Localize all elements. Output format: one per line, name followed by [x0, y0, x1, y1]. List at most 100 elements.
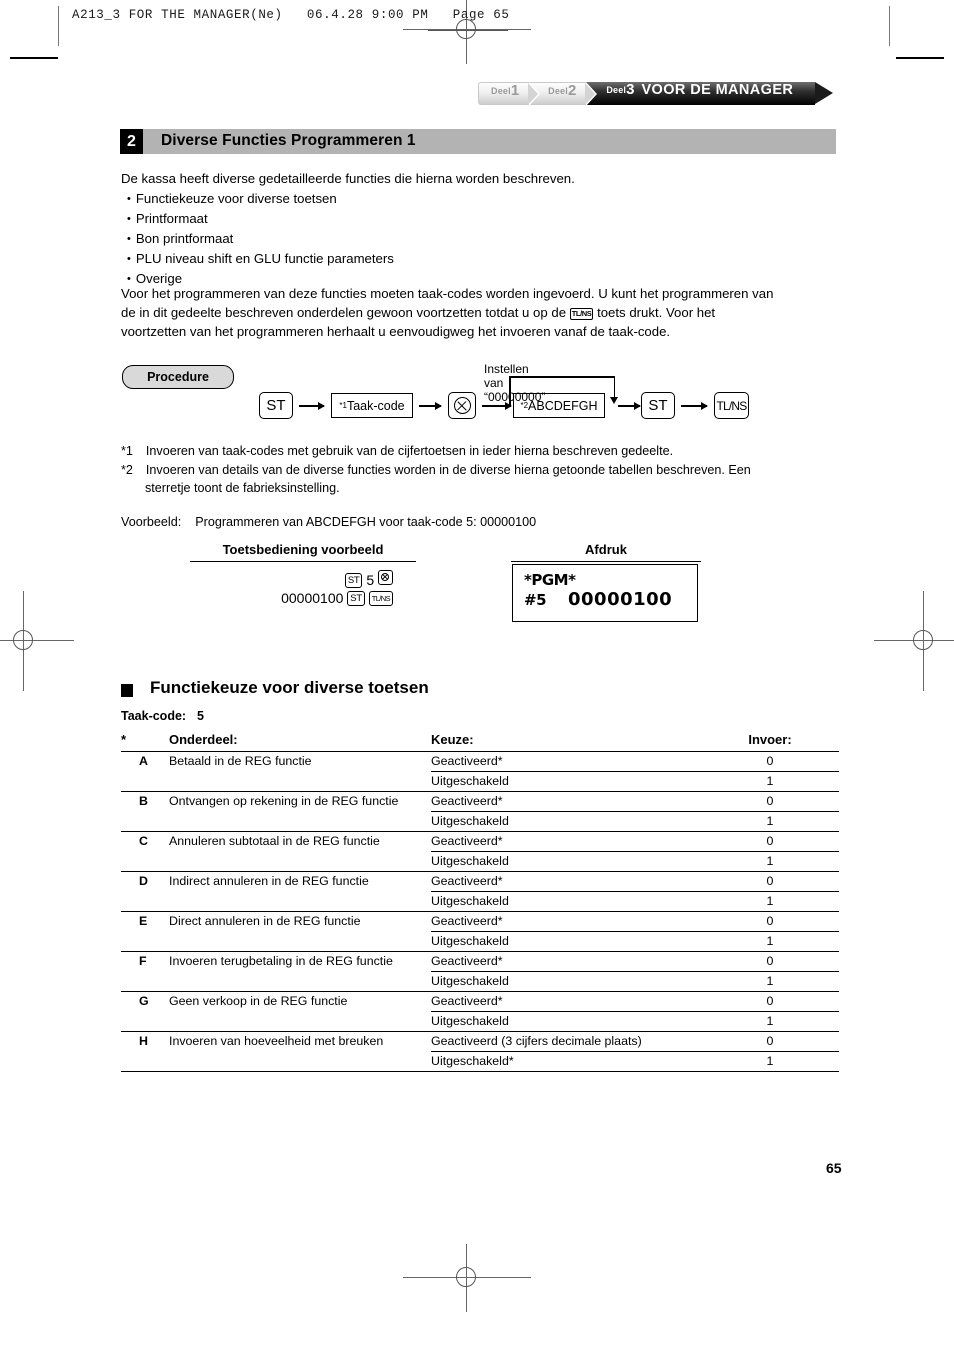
flow-arrow-2 [419, 402, 442, 409]
row-a-invoer-1: 1 [701, 771, 839, 792]
column-header-letter [139, 732, 169, 752]
table-row: F Invoeren terugbetaling in de REG funct… [121, 951, 839, 972]
row-c-desc-2 [169, 852, 431, 872]
row-h-letter: H [139, 1031, 169, 1052]
row-e-desc: Direct annuleren in de REG functie [169, 911, 431, 932]
row-a-star [121, 751, 139, 772]
row-g-keuze-1: Uitgeschakeld [431, 1011, 701, 1032]
tab-deel-3-title: VOOR DE MANAGER [641, 82, 794, 98]
column-header-star: * [121, 732, 139, 752]
row-a-letter: A [139, 751, 169, 772]
example-intro: Voorbeeld: Programmeren van ABCDEFGH voo… [121, 513, 536, 531]
tlns-key-icon: TL/NS [569, 308, 594, 320]
section-number-badge: 2 [120, 129, 143, 154]
intro-paragraph-line-3: voortzetten van het programmeren herhaal… [121, 324, 671, 339]
table-row: Uitgeschakeld 1 [121, 851, 839, 872]
flow-node-tlns-label: TL/NS [716, 398, 747, 413]
flow-node-taakcode-label: Taak-code [346, 398, 405, 413]
row-h-invoer-1: 1 [701, 1051, 839, 1072]
row-f-invoer-1: 1 [701, 971, 839, 992]
key-st-icon-2: ST [347, 591, 365, 606]
row-g-star-2 [121, 1012, 139, 1032]
footnote-1-marker: *1 [121, 444, 133, 458]
row-e-letter: E [139, 911, 169, 932]
key-multiply-icon-1 [378, 570, 393, 585]
table-row: Uitgeschakeld 1 [121, 971, 839, 992]
row-a-letter-2 [139, 772, 169, 792]
row-h-letter-2 [139, 1051, 169, 1072]
table-row: B Ontvangen op rekening in de REG functi… [121, 791, 839, 812]
spec-table-header-row: * Onderdeel: Keuze: Invoer: [121, 732, 839, 752]
spec-table: * Onderdeel: Keuze: Invoer: A Betaald in… [121, 732, 839, 1072]
multiply-key-icon [453, 397, 471, 414]
row-h-star [121, 1031, 139, 1052]
row-d-letter: D [139, 871, 169, 892]
example-right-column-header: Afdruk [585, 542, 627, 557]
footnote-1: *1 Invoeren van taak-codes met gebruik v… [121, 442, 851, 460]
flow-node-st-2-label: ST [648, 397, 668, 414]
row-g-desc-2 [169, 1012, 431, 1032]
row-e-desc-2 [169, 932, 431, 952]
footnote-2-marker: *2 [121, 463, 133, 477]
intro-bullet-0: Functiekeuze voor diverse toetsen [127, 189, 394, 209]
row-f-letter: F [139, 951, 169, 972]
flow-arrow-1 [299, 402, 325, 409]
flow-node-st-1-label: ST [266, 397, 286, 414]
crop-mark-top-right-horizontal [896, 57, 944, 59]
table-row: A Betaald in de REG functie Geactiveerd*… [121, 751, 839, 772]
row-d-keuze-0: Geactiveerd* [431, 871, 701, 892]
row-h-invoer-0: 0 [701, 1031, 839, 1052]
table-row: H Invoeren van hoeveelheid met breuken G… [121, 1031, 839, 1052]
flow-annotation-right-drop [613, 376, 615, 398]
row-c-star-2 [121, 852, 139, 872]
tab-separator-arrow-1-icon [528, 82, 541, 106]
print-header-line: A213_3 FOR THE MANAGER(Ne) 06.4.28 9:00 … [72, 8, 510, 22]
flow-arrow-5 [681, 402, 708, 409]
table-row: E Direct annuleren in de REG functie Gea… [121, 911, 839, 932]
tab-deel-1-label: Deel [491, 86, 511, 96]
row-f-invoer-0: 0 [701, 951, 839, 972]
row-f-desc-2 [169, 972, 431, 992]
flow-annotation-arrowhead-icon [610, 397, 618, 404]
tab-deel-2-label: Deel [548, 86, 568, 96]
print-header-underline [428, 30, 508, 31]
row-b-invoer-0: 0 [701, 791, 839, 812]
row-f-star [121, 951, 139, 972]
subsection-taakcode-value: 5 [197, 709, 204, 723]
key-tlns-icon: TL/NS [368, 591, 393, 606]
registration-mark-left [0, 591, 74, 691]
row-e-keuze-0: Geactiveerd* [431, 911, 701, 932]
row-b-keuze-1: Uitgeschakeld [431, 811, 701, 832]
row-d-star [121, 871, 139, 892]
flow-arrow-4 [618, 402, 641, 409]
row-h-keuze-0: Geactiveerd (3 cijfers decimale plaats) [431, 1031, 701, 1052]
tab-deel-2-number: 2 [567, 82, 577, 99]
table-row: Uitgeschakeld 1 [121, 1011, 839, 1032]
row-a-star-2 [121, 772, 139, 792]
row-f-keuze-1: Uitgeschakeld [431, 971, 701, 992]
row-d-invoer-1: 1 [701, 891, 839, 912]
tab-deel-3[interactable]: Deel 3 VOOR DE MANAGER [586, 82, 816, 105]
example-intro-label: Voorbeeld: [121, 515, 182, 529]
row-b-letter: B [139, 791, 169, 812]
row-d-invoer-0: 0 [701, 871, 839, 892]
row-b-invoer-1: 1 [701, 811, 839, 832]
intro-bullet-2: Bon printformaat [127, 229, 394, 249]
column-header-onderdeel: Onderdeel: [169, 732, 431, 752]
row-a-keuze-0: Geactiveerd* [431, 751, 701, 772]
tab-separator-arrow-2-icon [585, 82, 598, 106]
example-left-column-rule [190, 561, 416, 563]
tab-deel-1[interactable]: Deel 1 [478, 82, 541, 106]
row-g-letter: G [139, 991, 169, 1012]
spec-table-wrapper: * Onderdeel: Keuze: Invoer: A Betaald in… [121, 732, 839, 1072]
row-h-star-2 [121, 1051, 139, 1072]
example-key-sequence-line-2: 00000100 ST TL/NS [190, 590, 393, 606]
table-row: Uitgeschakeld 1 [121, 891, 839, 912]
row-f-desc: Invoeren terugbetaling in de REG functie [169, 951, 431, 972]
intro-paragraph-line-2-b: toets drukt. Voor het [597, 305, 716, 320]
row-d-desc: Indirect annuleren in de REG functie [169, 871, 431, 892]
intro-bullet-3: PLU niveau shift en GLU functie paramete… [127, 249, 394, 269]
deel-tab-bar: Deel 1 Deel 2 Deel 3 VOOR DE MANAGER [478, 82, 834, 106]
flow-node-multiply [448, 392, 476, 419]
section-title: Diverse Functies Programmeren 1 [161, 132, 416, 149]
